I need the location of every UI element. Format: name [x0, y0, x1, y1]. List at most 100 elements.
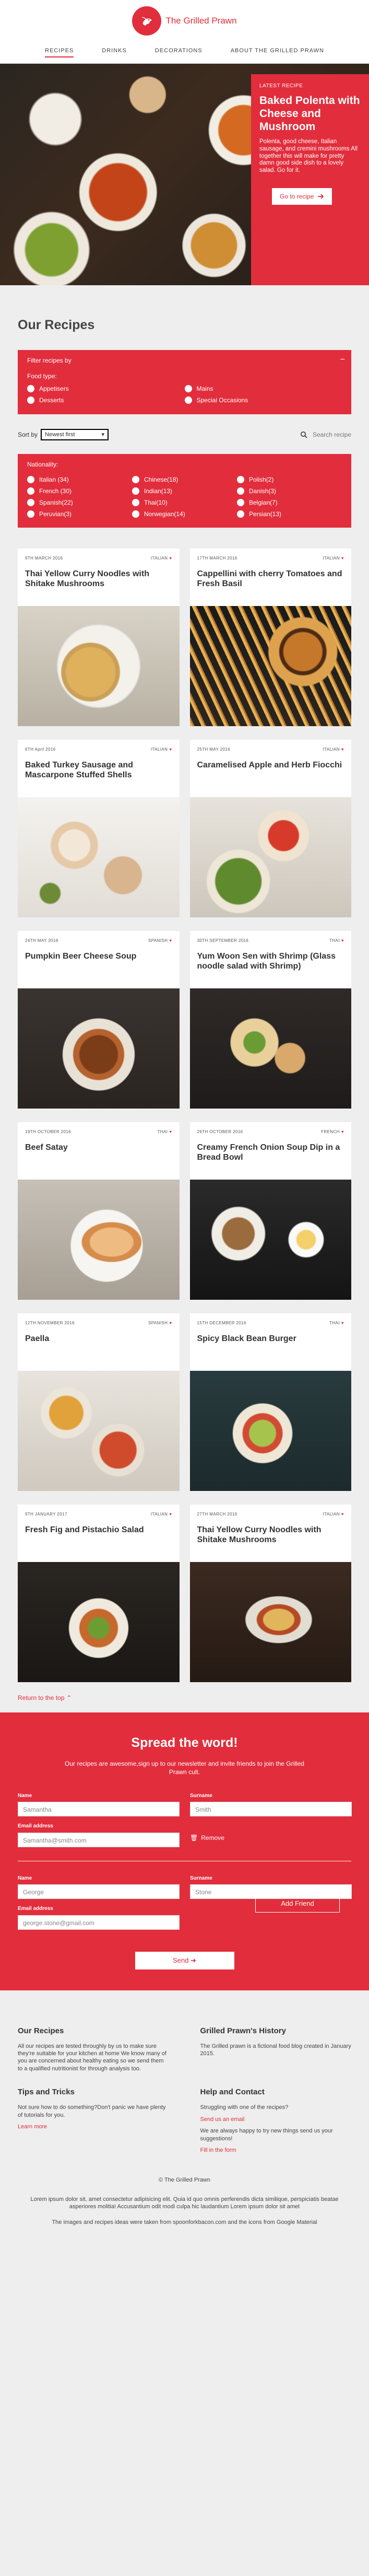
- send-email-link[interactable]: Send us an email: [200, 2116, 352, 2124]
- radio-icon[interactable]: [132, 487, 139, 495]
- nav-recipes[interactable]: RECIPES: [45, 47, 74, 57]
- nationality-option[interactable]: Italian (34): [27, 475, 132, 484]
- collapse-icon[interactable]: −: [340, 354, 345, 366]
- recipe-title[interactable]: Thai Yellow Curry Noodles with Shitake M…: [25, 569, 172, 589]
- recipe-title[interactable]: Baked Turkey Sausage and Mascarpone Stuf…: [25, 760, 172, 780]
- radio-icon[interactable]: [27, 499, 34, 506]
- recipe-card[interactable]: 26TH OCTOBER 2016 FRENCH ♥ Creamy French O…: [189, 1122, 351, 1300]
- recipe-photo[interactable]: [189, 606, 351, 727]
- email-field[interactable]: george.stone@gmail.com: [18, 1915, 180, 1930]
- recipe-title[interactable]: Thai Yellow Curry Noodles with Shitake M…: [197, 1525, 344, 1545]
- fill-form-link[interactable]: Fill in the form: [200, 2147, 352, 2154]
- heart-icon[interactable]: ♥: [341, 556, 344, 562]
- recipe-photo[interactable]: [18, 988, 180, 1109]
- nationality-option[interactable]: Danish(3): [237, 487, 342, 495]
- heart-icon[interactable]: ♥: [169, 1512, 172, 1518]
- recipe-card[interactable]: 9TH JANUARY 2017 ITALIAN ♥ Fresh Fig and P…: [18, 1505, 180, 1683]
- recipe-photo[interactable]: [18, 606, 180, 727]
- heart-icon[interactable]: ♥: [341, 1129, 344, 1135]
- heart-icon[interactable]: ♥: [169, 747, 172, 753]
- recipe-title[interactable]: Pumpkin Beer Cheese Soup: [25, 951, 172, 961]
- nav-drinks[interactable]: DRINKS: [102, 47, 127, 57]
- recipe-card[interactable]: 6TH April 2016 ITALIAN ♥ Baked Turkey Saus…: [18, 740, 180, 918]
- nationality-option[interactable]: Belgian(7): [237, 498, 342, 507]
- heart-icon[interactable]: ♥: [169, 556, 172, 562]
- radio-icon[interactable]: [27, 397, 34, 404]
- remove-button[interactable]: 🗑 Remove: [190, 1829, 352, 1847]
- recipe-photo[interactable]: [189, 1371, 351, 1491]
- prawn-logo-icon[interactable]: [132, 6, 162, 36]
- recipe-photo[interactable]: [18, 1562, 180, 1683]
- recipe-card[interactable]: 30TH SEPTEMBER 2016 THAI ♥ Yum Woon Sen wi…: [189, 931, 351, 1109]
- recipe-title[interactable]: Spicy Black Bean Burger: [197, 1334, 344, 1344]
- heart-icon[interactable]: ♥: [169, 1129, 172, 1135]
- send-button[interactable]: Send ➜: [135, 1951, 234, 1969]
- heart-icon[interactable]: ♥: [169, 938, 172, 944]
- add-friend-button[interactable]: Add Friend: [255, 1895, 340, 1913]
- recipe-title[interactable]: Caramelised Apple and Herb Fiocchi: [197, 760, 344, 770]
- learn-more-link[interactable]: Learn more: [18, 2123, 169, 2131]
- radio-icon[interactable]: [132, 475, 139, 483]
- heart-icon[interactable]: ♥: [169, 1321, 172, 1326]
- recipe-title[interactable]: Creamy French Onion Soup Dip in a Bread …: [197, 1143, 344, 1162]
- recipe-card[interactable]: 12TH NOVEMBER 2016 SPANISH ♥ Paella: [18, 1313, 180, 1491]
- radio-icon[interactable]: [184, 385, 192, 393]
- recipe-title[interactable]: Cappellini with cherry Tomatoes and Fres…: [197, 569, 344, 589]
- food-type-option[interactable]: Appetisers: [27, 384, 185, 393]
- food-type-option[interactable]: Mains: [184, 384, 342, 393]
- recipe-title[interactable]: Beef Satay: [25, 1143, 172, 1152]
- recipe-title[interactable]: Paella: [25, 1334, 172, 1344]
- nav-about[interactable]: ABOUT THE GRILLED PRAWN: [231, 47, 324, 57]
- recipe-title[interactable]: Yum Woon Sen with Shrimp (Glass noodle s…: [197, 951, 344, 971]
- radio-icon[interactable]: [237, 487, 244, 495]
- radio-icon[interactable]: [27, 475, 34, 483]
- site-name[interactable]: The Grilled Prawn: [165, 15, 236, 27]
- brand[interactable]: The Grilled Prawn: [132, 6, 237, 36]
- recipe-card[interactable]: 9TH MARCH 2016 ITALIAN ♥ Thai Yellow Curry…: [18, 549, 180, 727]
- nationality-option[interactable]: Polish(2): [237, 475, 342, 484]
- nationality-option[interactable]: French (30): [27, 487, 132, 495]
- food-type-option[interactable]: Special Occasions: [184, 396, 342, 404]
- recipe-photo[interactable]: [189, 1562, 351, 1683]
- recipe-card[interactable]: 19TH OCTOBER 2016 THAI ♥ Beef Satay: [18, 1122, 180, 1300]
- radio-icon[interactable]: [132, 499, 139, 506]
- nationality-option[interactable]: Chinese(18): [132, 475, 237, 484]
- recipe-photo[interactable]: [18, 1180, 180, 1300]
- recipe-title[interactable]: Fresh Fig and Pistachio Salad: [25, 1525, 172, 1535]
- recipe-photo[interactable]: [189, 1180, 351, 1300]
- search-box[interactable]: Search recipe: [300, 430, 351, 439]
- recipe-card[interactable]: 27TH MARCH 2016 ITALIAN ♥ Thai Yellow Curr…: [189, 1505, 351, 1683]
- nationality-option[interactable]: Norwegian(14): [132, 510, 237, 518]
- nationality-option[interactable]: Peruvian(3): [27, 510, 132, 518]
- nationality-option[interactable]: Indian(13): [132, 487, 237, 495]
- radio-icon[interactable]: [184, 397, 192, 404]
- heart-icon[interactable]: ♥: [341, 1321, 344, 1326]
- nationality-option[interactable]: Spanish(22): [27, 498, 132, 507]
- recipe-photo[interactable]: [189, 797, 351, 918]
- food-type-option[interactable]: Desserts: [27, 396, 185, 404]
- radio-icon[interactable]: [237, 475, 244, 483]
- recipe-photo[interactable]: [18, 797, 180, 918]
- name-field[interactable]: George: [18, 1884, 180, 1899]
- recipe-card[interactable]: 25TH MAY 2016 ITALIAN ♥ Caramelised Apple …: [189, 740, 351, 918]
- heart-icon[interactable]: ♥: [341, 747, 344, 753]
- surname-field[interactable]: Smith: [190, 1802, 352, 1817]
- radio-icon[interactable]: [27, 510, 34, 518]
- recipe-photo[interactable]: [189, 988, 351, 1109]
- radio-icon[interactable]: [27, 385, 34, 393]
- recipe-photo[interactable]: [18, 1371, 180, 1491]
- radio-icon[interactable]: [27, 487, 34, 495]
- heart-icon[interactable]: ♥: [341, 1512, 344, 1518]
- radio-icon[interactable]: [237, 499, 244, 506]
- go-to-recipe-button[interactable]: Go to recipe: [272, 188, 332, 205]
- radio-icon[interactable]: [237, 510, 244, 518]
- recipe-card[interactable]: 15TH DECEMBER 2016 THAI ♥ Spicy Black Bean…: [189, 1313, 351, 1491]
- recipe-card[interactable]: 24TH MAY 2016 SPANISH ♥ Pumpkin Beer Chees…: [18, 931, 180, 1109]
- radio-icon[interactable]: [132, 510, 139, 518]
- nav-decorations[interactable]: DECORATIONS: [155, 47, 203, 57]
- return-to-top-link[interactable]: Return to the top ⌃: [18, 1694, 351, 1702]
- nationality-option[interactable]: Persian(13): [237, 510, 342, 518]
- email-field[interactable]: Samantha@smith.com: [18, 1832, 180, 1847]
- nationality-option[interactable]: Thai(10): [132, 498, 237, 507]
- sort-select[interactable]: Newest first ▾: [41, 428, 109, 441]
